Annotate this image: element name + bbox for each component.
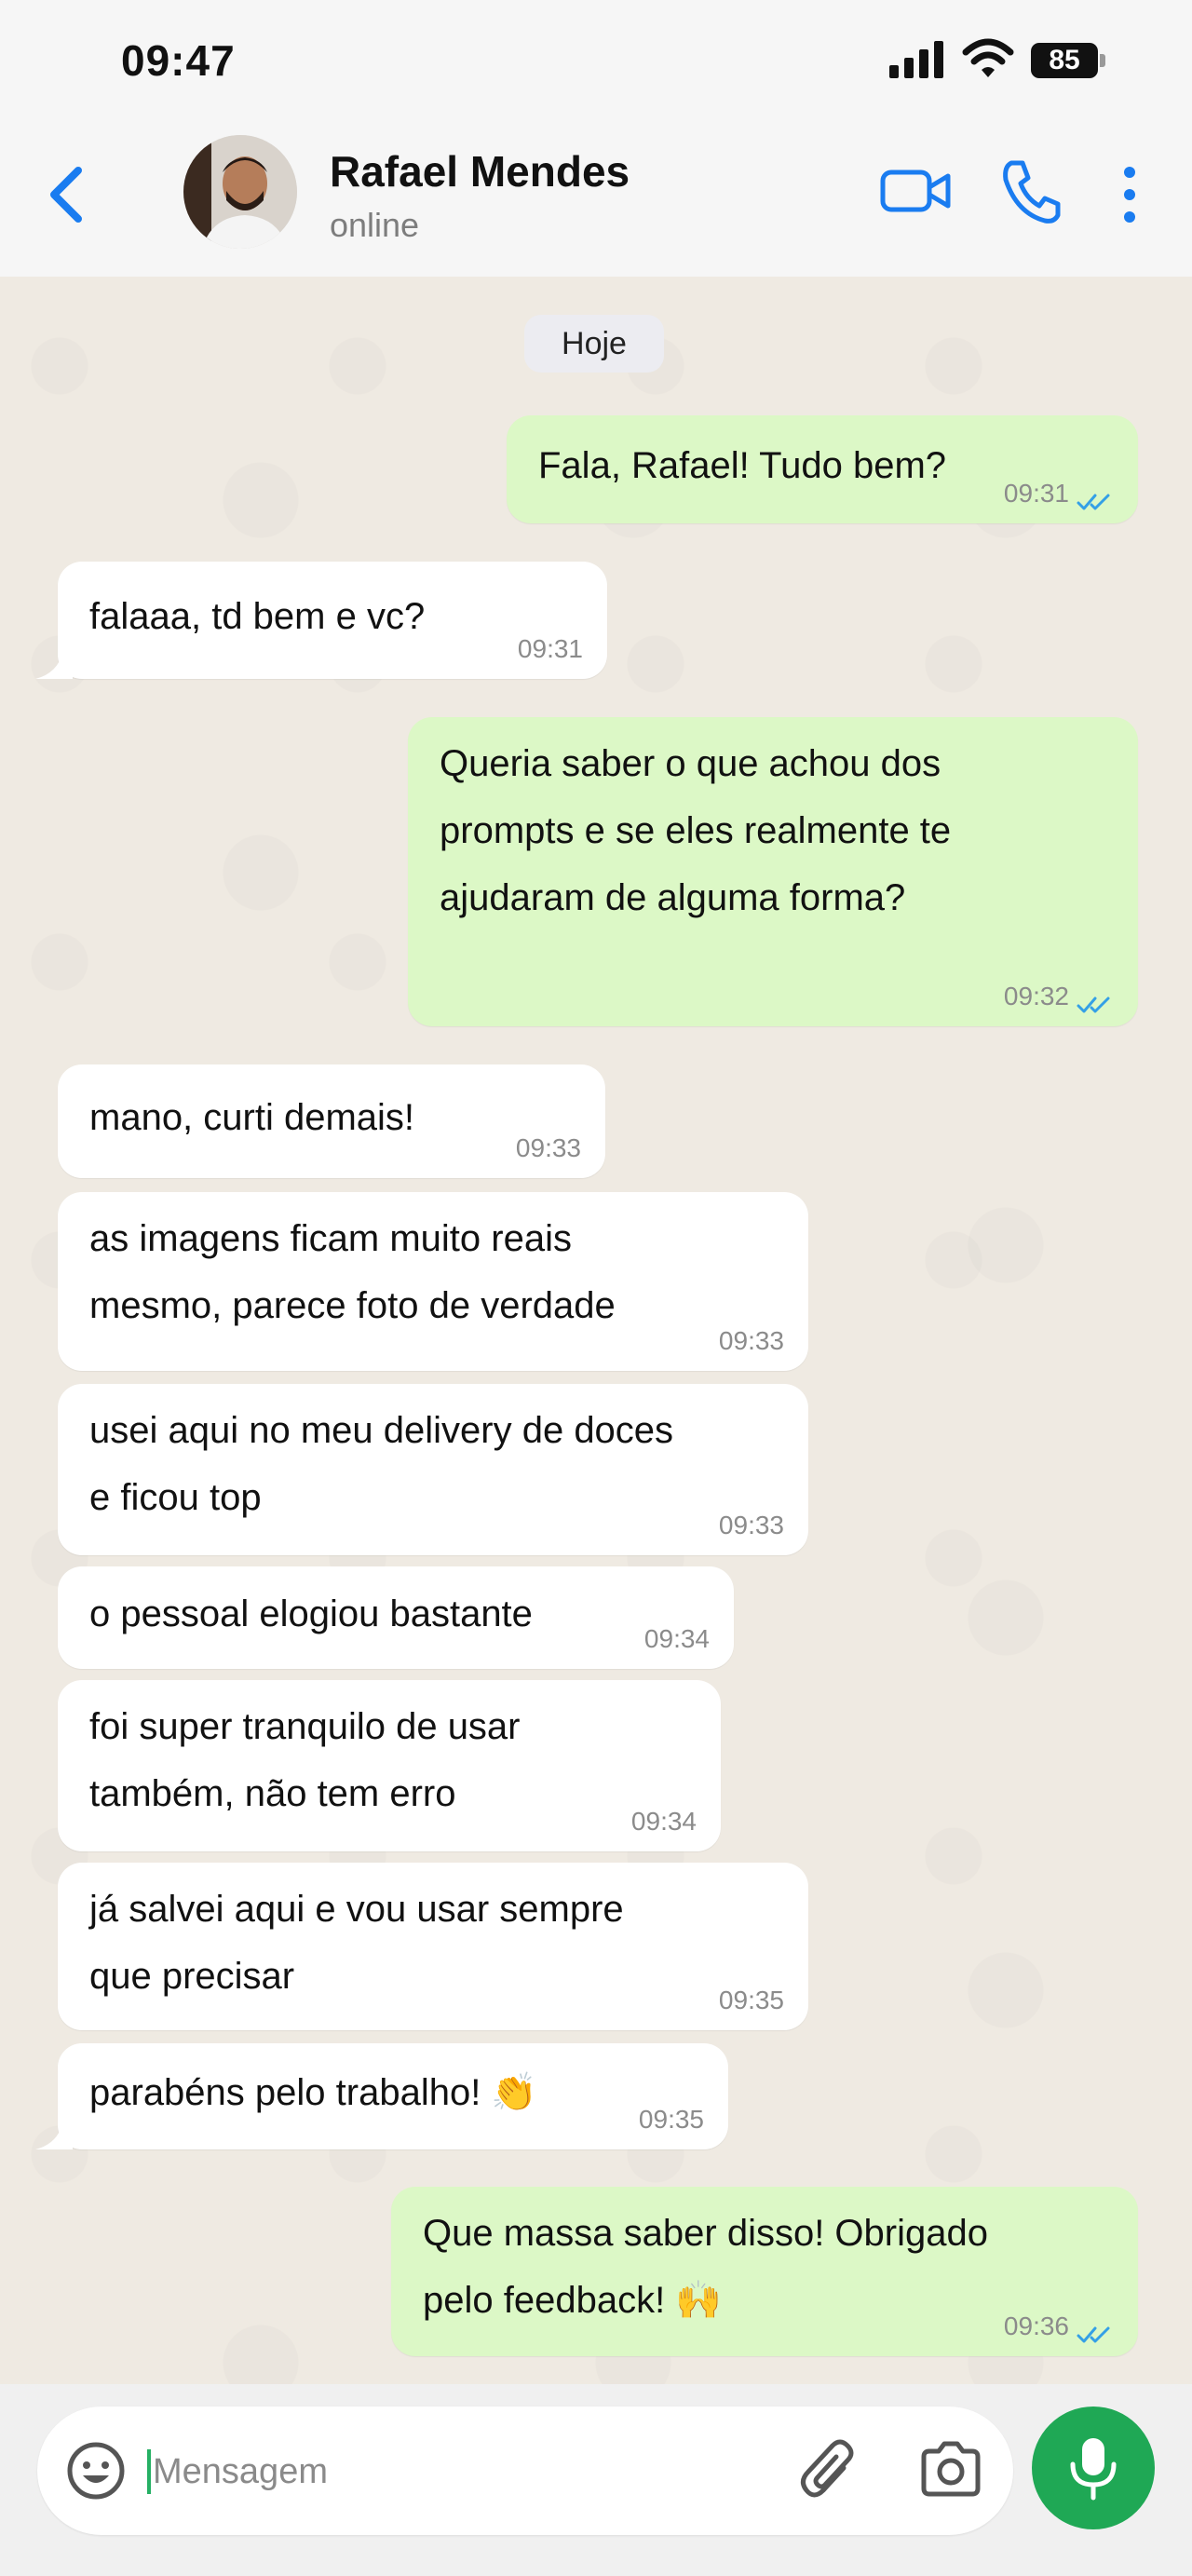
double-check-icon — [1077, 485, 1114, 510]
message-time: 09:33 — [515, 1133, 581, 1162]
message-time: 09:35 — [718, 1986, 784, 2014]
message-time: 09:31 — [517, 634, 583, 663]
bubble-tail — [35, 2122, 73, 2149]
message-bubble-incoming[interactable]: já salvei aqui e vou usar sempre que pre… — [58, 1863, 808, 2030]
message-text: parabéns pelo trabalho! 👏 — [89, 2072, 538, 2113]
message-bubble-outgoing[interactable]: Que massa saber disso! Obrigado pelo fee… — [391, 2187, 1138, 2356]
back-chevron-icon[interactable] — [37, 157, 93, 232]
message-text: já salvei aqui e vou usar sempre que pre… — [89, 1889, 624, 1997]
message-text: falaaa, td bem e vc? — [89, 596, 426, 637]
message-text: mano, curti demais! — [89, 1097, 415, 1138]
message-bubble-incoming[interactable]: parabéns pelo trabalho! 👏 09:35 — [35, 2043, 728, 2149]
contact-status: online — [330, 206, 420, 244]
date-separator: Hoje — [524, 315, 664, 373]
signal-icon — [889, 41, 943, 78]
message-bubble-outgoing[interactable]: Fala, Rafael! Tudo bem? 09:31 — [507, 415, 1138, 523]
message-time: 09:31 — [1004, 475, 1114, 512]
message-time: 09:34 — [643, 1624, 710, 1653]
bubble-tail — [35, 651, 73, 679]
video-call-icon[interactable] — [879, 163, 952, 219]
message-input[interactable] — [153, 2446, 767, 2498]
message-text: Que massa saber disso! Obrigado pelo fee… — [423, 2213, 988, 2321]
message-bubble-incoming[interactable]: mano, curti demais! 09:33 — [58, 1064, 605, 1178]
message-text: Queria saber o que achou dos prompts e s… — [440, 743, 952, 918]
message-text: foi super tranquilo de usar também, não … — [89, 1706, 521, 1814]
double-check-icon — [1077, 2318, 1114, 2343]
status-bar: 09:47 85 — [0, 0, 1192, 126]
battery-icon: 85 — [1031, 43, 1105, 78]
mic-icon — [1070, 2438, 1117, 2501]
text-cursor — [147, 2449, 151, 2494]
avatar[interactable] — [183, 135, 297, 249]
message-text: usei aqui no meu delivery de doces e fic… — [89, 1410, 674, 1518]
wifi-icon — [962, 38, 1014, 77]
message-text: o pessoal elogiou bastante — [89, 1593, 533, 1634]
message-bubble-incoming[interactable]: as imagens ficam muito reais mesmo, pare… — [58, 1192, 808, 1371]
contact-name[interactable]: Rafael Mendes — [330, 146, 630, 197]
mic-button[interactable] — [1032, 2407, 1155, 2529]
message-text: Fala, Rafael! Tudo bem? — [538, 445, 947, 486]
message-time: 09:32 — [1004, 978, 1114, 1015]
double-check-icon — [1077, 988, 1114, 1013]
message-time: 09:35 — [638, 2105, 704, 2134]
message-bubble-outgoing[interactable]: Queria saber o que achou dos prompts e s… — [408, 717, 1138, 1026]
emoji-icon[interactable] — [65, 2440, 127, 2501]
phone-icon[interactable] — [998, 156, 1062, 226]
message-time: 09:33 — [718, 1511, 784, 1539]
message-time: 09:34 — [630, 1807, 697, 1836]
message-bubble-incoming[interactable]: falaaa, td bem e vc? 09:31 — [35, 562, 607, 679]
message-text: as imagens ficam muito reais mesmo, pare… — [89, 1218, 616, 1326]
chat-header: Rafael Mendes online — [0, 126, 1192, 278]
paperclip-icon[interactable] — [797, 2436, 859, 2503]
message-time: 09:36 — [1004, 2308, 1114, 2345]
input-bar — [0, 2384, 1192, 2576]
more-vertical-icon[interactable] — [1116, 159, 1144, 230]
battery-level: 85 — [1031, 43, 1098, 78]
message-composer — [37, 2407, 1013, 2535]
status-time: 09:47 — [121, 36, 236, 85]
message-bubble-incoming[interactable]: foi super tranquilo de usar também, não … — [58, 1680, 721, 1851]
message-bubble-incoming[interactable]: o pessoal elogiou bastante 09:34 — [58, 1566, 734, 1669]
message-time: 09:33 — [718, 1326, 784, 1355]
message-bubble-incoming[interactable]: usei aqui no meu delivery de doces e fic… — [58, 1384, 808, 1555]
camera-icon[interactable] — [918, 2440, 983, 2498]
